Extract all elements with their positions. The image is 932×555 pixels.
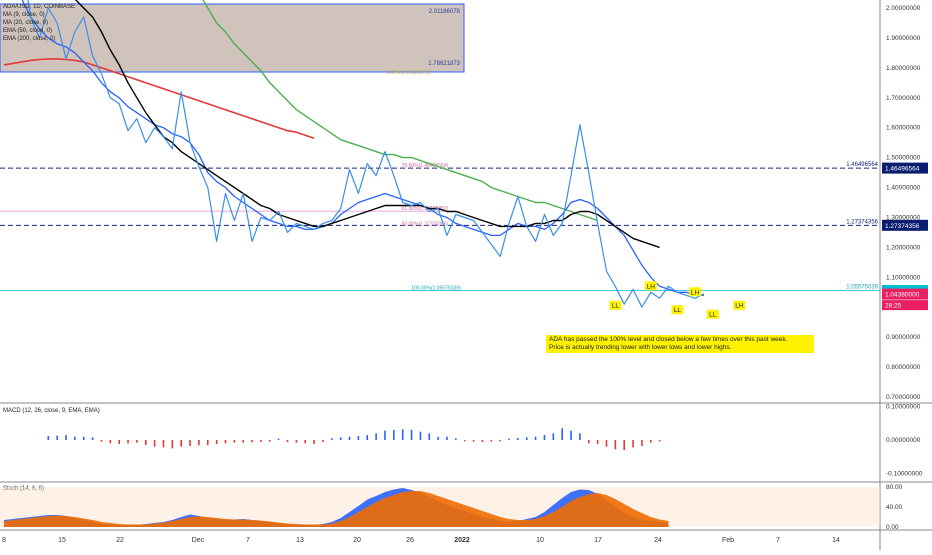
- countdown: 28:25: [885, 303, 902, 310]
- y-tick-label: 0.80000000: [886, 364, 921, 371]
- y-tick-label: 1.10000000: [886, 274, 921, 281]
- macd-y-tick: -0.10000000: [886, 471, 923, 478]
- fib-label: 50.00%(1.27374356): [402, 221, 449, 227]
- x-tick-label: 26: [406, 537, 414, 544]
- x-tick-label: 14: [832, 537, 840, 544]
- annotation-line-2: Price is actually trending lower with lo…: [549, 344, 732, 351]
- x-tick-label: Feb: [722, 537, 734, 544]
- y-tick-label: 1.90000000: [886, 35, 921, 42]
- pattern-mark: LL: [709, 312, 717, 319]
- macd-y-tick: 0.10000000: [886, 404, 921, 411]
- y-tick-label: 1.60000000: [886, 125, 921, 132]
- indicator-ema200: EMA (200, close, 0): [3, 36, 56, 42]
- y-tick-label: 0.70000000: [886, 394, 921, 401]
- stoch-y-tick: 0.00: [886, 524, 899, 531]
- x-tick-label: 10: [536, 537, 544, 544]
- indicator-ema50: EMA (50, close, 0): [3, 28, 53, 34]
- indicator-ma20: MA (20, close, 0): [3, 20, 49, 26]
- pattern-mark: LH: [691, 289, 700, 296]
- range-box-bottom-label: 0.00%(1.78621873): [386, 70, 430, 76]
- fib-100-right-label: 1.05575039: [846, 285, 878, 291]
- price-tag: 1.46496564: [885, 166, 920, 173]
- y-tick-label: 2.00000000: [886, 5, 921, 12]
- indicator-ma9: MA (9, close, 0): [3, 12, 45, 18]
- pattern-mark: LL: [612, 303, 620, 310]
- pattern-mark: LH: [735, 303, 744, 310]
- chart-svg: 2.01186078 1.78621873 0.00%(1.78621873) 1.4…: [0, 0, 932, 550]
- x-tick-label: Dec: [192, 537, 205, 544]
- chart-root: 2.01186078 1.78621873 0.00%(1.78621873) 1.4…: [0, 0, 932, 550]
- price-tag: 1.04380000: [885, 292, 920, 299]
- y-tick-label: 0.90000000: [886, 334, 921, 341]
- fib-100-label: 100.00%(1.05575039): [411, 286, 461, 292]
- level-label: 1.46496564: [846, 162, 878, 168]
- x-tick-label: 15: [58, 537, 66, 544]
- range-box-top-value: 2.01186078: [429, 9, 461, 15]
- pattern-mark: LH: [647, 283, 656, 290]
- annotation-note: ADA has passed the 100% level and closed…: [546, 335, 814, 353]
- stoch-y-tick: 80.00: [886, 484, 903, 491]
- y-tick-label: 1.20000000: [886, 244, 921, 251]
- x-tick-label: 7: [776, 537, 780, 544]
- y-tick-label: 1.40000000: [886, 185, 921, 192]
- x-tick-label: 24: [654, 537, 662, 544]
- x-tick-label: 13: [296, 537, 304, 544]
- y-tick-label: 1.80000000: [886, 65, 921, 72]
- x-tick-label: 7: [246, 537, 250, 544]
- range-box: [0, 3, 465, 73]
- macd-y-tick: 0.00000000: [886, 437, 921, 444]
- stoch-y-tick: 40.00: [886, 504, 903, 511]
- pattern-mark: LL: [674, 307, 682, 314]
- x-tick-label: 8: [2, 537, 6, 544]
- price-tag: 1.27374356: [885, 223, 920, 230]
- x-tick-label: 20: [353, 537, 361, 544]
- symbol-title: ADA/USD, 1D, COINBASE: [3, 4, 76, 10]
- background: [0, 0, 932, 550]
- y-tick-label: 1.70000000: [886, 95, 921, 102]
- x-tick-label: 22: [116, 537, 124, 544]
- x-tick-label: 17: [594, 537, 602, 544]
- annotation-line-1: ADA has passed the 100% level and closed…: [549, 336, 788, 343]
- macd-title: MACD (12, 26, close, 9, EMA, EMA): [3, 408, 100, 414]
- y-tick-label: 1.50000000: [886, 155, 921, 162]
- level-label: 1.27374356: [846, 219, 878, 225]
- range-box-bottom-value: 1.78621873: [428, 61, 460, 67]
- x-tick-label: 2022: [454, 537, 470, 544]
